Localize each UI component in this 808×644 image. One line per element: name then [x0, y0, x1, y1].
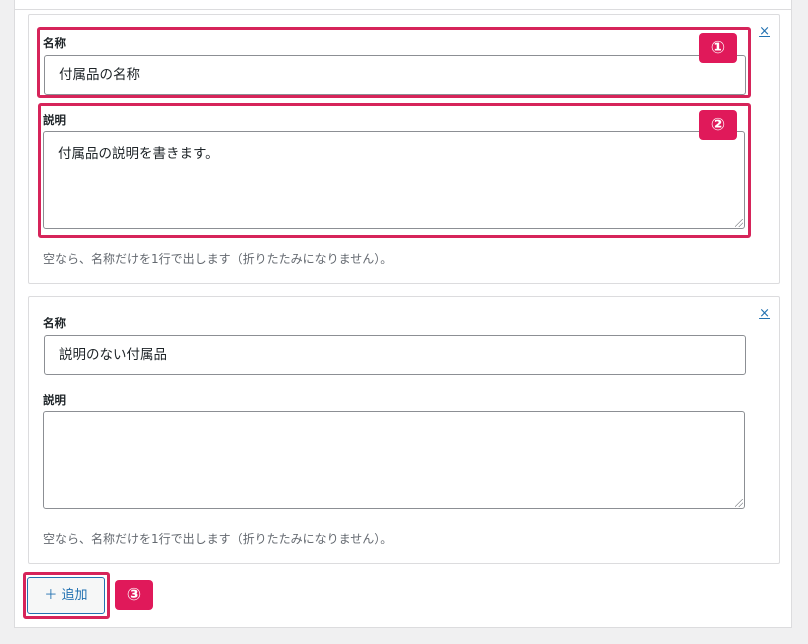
description-label: 説明	[43, 393, 66, 407]
name-input[interactable]: 説明のない付属品	[44, 335, 746, 375]
annotation-badge-1: ①	[699, 33, 737, 63]
annotation-badge-2: ②	[699, 110, 737, 140]
description-hint: 空なら、名称だけを1行で出します（折りたたみになりません）。	[43, 252, 393, 266]
remove-item-button[interactable]: ×	[759, 307, 770, 321]
description-textarea[interactable]	[43, 411, 745, 509]
highlight-box-add	[23, 572, 110, 619]
remove-item-button[interactable]: ×	[759, 25, 770, 39]
accessory-item-card: × 名称 説明のない付属品 説明 空なら、名称だけを1行で出します（折りたたみに…	[28, 296, 780, 564]
description-hint: 空なら、名称だけを1行で出します（折りたたみになりません）。	[43, 532, 393, 546]
name-label: 名称	[43, 316, 66, 330]
highlight-box-name	[37, 27, 751, 98]
highlight-box-description	[38, 103, 751, 238]
annotation-badge-3: ③	[115, 580, 153, 610]
resize-handle[interactable]	[735, 499, 743, 507]
panel-divider	[15, 9, 791, 10]
